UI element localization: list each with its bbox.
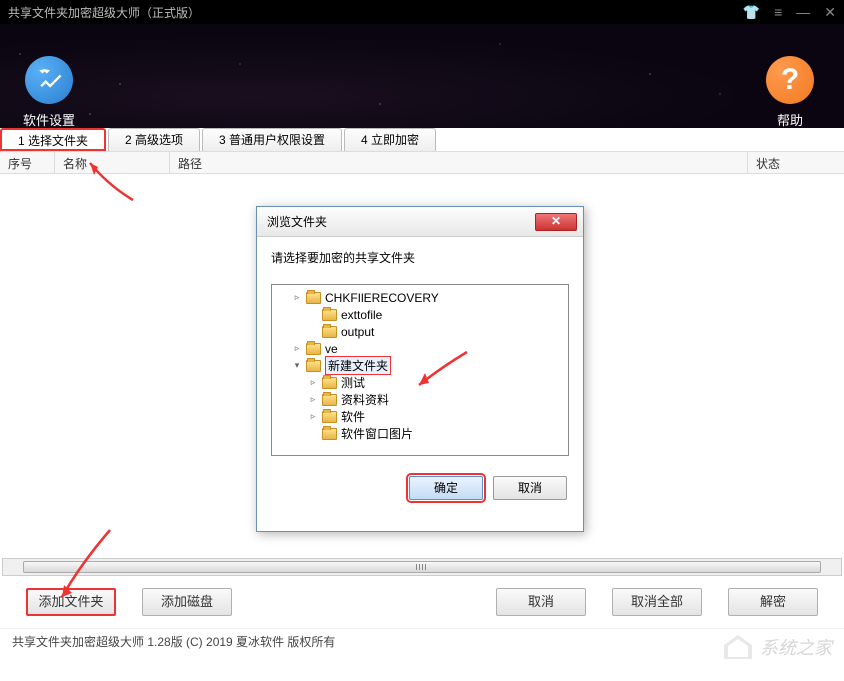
menu-icon[interactable]: ≡ (774, 4, 782, 20)
watermark: 系统之家 (722, 633, 832, 661)
tree-item[interactable]: ▹资料资料 (272, 391, 568, 408)
titlebar-controls: 👕 ≡ — ✕ (743, 4, 836, 21)
col-number: 序号 (0, 152, 55, 173)
col-name: 名称 (55, 152, 170, 173)
tab-advanced[interactable]: 2 高级选项 (108, 128, 200, 151)
wizard-tabs: 1 选择文件夹 2 高级选项 3 普通用户权限设置 4 立即加密 (0, 128, 844, 152)
tab-permissions[interactable]: 3 普通用户权限设置 (202, 128, 342, 151)
help-icon: ? (766, 56, 814, 104)
main-toolbar: 软件设置 ? 帮助 (0, 24, 844, 128)
tree-item[interactable]: exttofile (272, 306, 568, 323)
table-header: 序号 名称 路径 状态 (0, 152, 844, 174)
tree-item[interactable]: ▹软件 (272, 408, 568, 425)
watermark-text: 系统之家 (760, 634, 832, 660)
cancel-all-button[interactable]: 取消全部 (612, 588, 702, 616)
dialog-title: 浏览文件夹 (263, 213, 535, 230)
col-path: 路径 (170, 152, 748, 173)
folder-tree[interactable]: ▹CHKFIlERECOVERYexttofileoutput▹ve▾新建文件夹… (271, 284, 569, 456)
dialog-cancel-button[interactable]: 取消 (493, 476, 567, 500)
tab-select-folder[interactable]: 1 选择文件夹 (0, 128, 106, 151)
settings-icon (25, 56, 73, 104)
close-icon[interactable]: ✕ (824, 4, 836, 21)
browse-folder-dialog: 浏览文件夹 ✕ 请选择要加密的共享文件夹 ▹CHKFIlERECOVERYext… (256, 206, 584, 532)
dialog-buttons: 确定 取消 (257, 468, 583, 508)
theme-icon[interactable]: 👕 (743, 4, 760, 21)
help-label: 帮助 (766, 110, 814, 128)
window-title: 共享文件夹加密超级大师（正式版） (8, 4, 743, 21)
dialog-titlebar: 浏览文件夹 ✕ (257, 207, 583, 237)
settings-label: 软件设置 (23, 110, 75, 128)
add-folder-button[interactable]: 添加文件夹 (26, 588, 116, 616)
add-disk-button[interactable]: 添加磁盘 (142, 588, 232, 616)
minimize-icon[interactable]: — (796, 4, 810, 20)
scrollbar-thumb[interactable] (23, 561, 821, 573)
cancel-button[interactable]: 取消 (496, 588, 586, 616)
tree-item[interactable]: ▹ve (272, 340, 568, 357)
tree-item[interactable]: 软件窗口图片 (272, 425, 568, 442)
tree-item[interactable]: ▾新建文件夹 (272, 357, 568, 374)
dialog-subtitle: 请选择要加密的共享文件夹 (257, 237, 583, 272)
tree-item[interactable]: ▹测试 (272, 374, 568, 391)
help-button[interactable]: ? 帮助 (766, 56, 814, 128)
horizontal-scrollbar[interactable] (2, 558, 842, 576)
tree-item[interactable]: ▹CHKFIlERECOVERY (272, 289, 568, 306)
decrypt-button[interactable]: 解密 (728, 588, 818, 616)
action-bar: 添加文件夹 添加磁盘 取消 取消全部 解密 (0, 576, 844, 628)
titlebar: 共享文件夹加密超级大师（正式版） 👕 ≡ — ✕ (0, 0, 844, 24)
settings-button[interactable]: 软件设置 (23, 56, 75, 128)
dialog-close-button[interactable]: ✕ (535, 213, 577, 231)
col-status: 状态 (748, 152, 844, 173)
status-bar: 共享文件夹加密超级大师 1.28版 (C) 2019 夏冰软件 版权所有 (0, 628, 844, 654)
tree-item[interactable]: output (272, 323, 568, 340)
dialog-ok-button[interactable]: 确定 (409, 476, 483, 500)
tab-encrypt[interactable]: 4 立即加密 (344, 128, 436, 151)
